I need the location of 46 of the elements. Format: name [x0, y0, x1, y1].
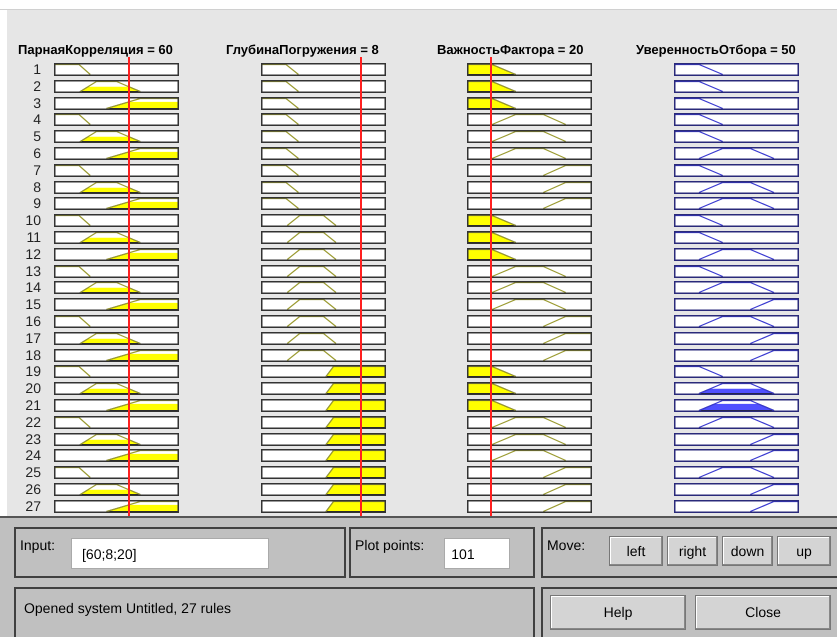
rule-number: 21: [25, 398, 41, 412]
rule-number: 8: [33, 180, 41, 194]
move-label: Move:: [547, 536, 586, 555]
push-button[interactable]: Help: [550, 595, 686, 630]
rule-number: 9: [33, 197, 41, 210]
rule-number: 17: [25, 332, 41, 345]
push-button[interactable]: up: [777, 536, 831, 566]
rule-number: 2: [33, 80, 41, 93]
variable-title: ПарнаяКорреляция = 60: [18, 42, 173, 57]
input-marker-line[interactable]: [490, 57, 492, 516]
rule-number: 6: [33, 146, 41, 160]
push-button[interactable]: down: [722, 536, 773, 566]
rule-number: 19: [25, 365, 41, 378]
rule-number: 25: [25, 466, 41, 480]
rule-number: 4: [33, 113, 41, 126]
rule-number: 22: [25, 416, 41, 429]
push-button[interactable]: right: [667, 536, 718, 566]
rule-number: 18: [25, 348, 41, 362]
rule-number: 24: [25, 449, 41, 462]
variable-title: ГлубинаПогружения = 8: [226, 42, 379, 57]
input-label: Input:: [20, 536, 56, 555]
rule-number: 14: [25, 281, 41, 294]
rule-number: 20: [25, 382, 41, 396]
rule-number: 3: [33, 96, 41, 110]
push-button[interactable]: Close: [695, 595, 831, 630]
rule-number: 1: [33, 63, 41, 76]
rule-number: 13: [25, 264, 41, 278]
push-button[interactable]: left: [609, 536, 663, 566]
rule-number: 15: [25, 298, 41, 312]
variable-title: УверенностьОтбора = 50: [636, 42, 796, 57]
rule-number: 10: [25, 214, 41, 228]
plot-points-label: Plot points:: [355, 536, 424, 555]
rule-number: 7: [33, 164, 41, 177]
input-marker-line[interactable]: [128, 57, 130, 516]
rule-number: 23: [25, 432, 41, 446]
variable-title: ВажностьФактора = 20: [437, 42, 584, 57]
rule-number: 26: [25, 482, 41, 496]
rule-number: 12: [25, 248, 41, 261]
rule-number: 16: [25, 314, 41, 328]
status-text: Opened system Untitled, 27 rules: [24, 600, 231, 616]
rule-number: 5: [33, 130, 41, 144]
input-field[interactable]: [60;8;20]: [71, 538, 270, 569]
rule-number: 11: [26, 230, 41, 244]
rule-number: 27: [25, 500, 41, 513]
plot-points-field[interactable]: 101: [444, 538, 510, 569]
input-marker-line[interactable]: [360, 57, 362, 516]
